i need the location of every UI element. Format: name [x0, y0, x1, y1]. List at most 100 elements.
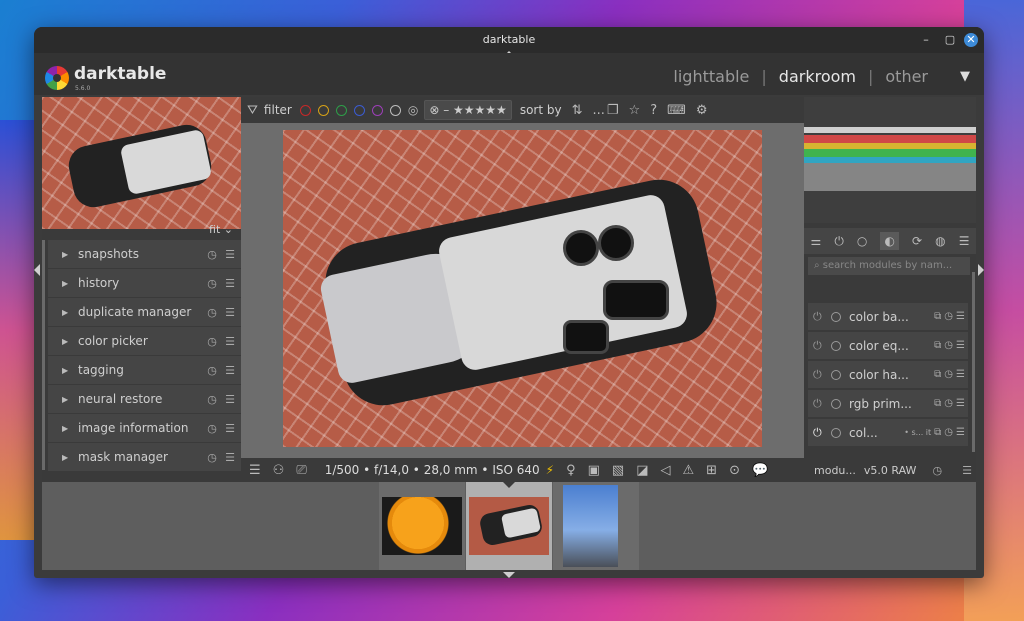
power-icon[interactable]: ⏻ [813, 426, 825, 440]
multi-instance-icon[interactable]: ⧉ [934, 398, 941, 409]
second-window-icon[interactable]: ⎚ [296, 463, 306, 478]
quick-access-icon[interactable]: ☰ [249, 463, 261, 478]
shortcuts-icon[interactable]: ⌨ [667, 103, 686, 118]
effects-group-icon[interactable]: ◍ [935, 234, 945, 248]
color-label-operator-icon[interactable]: ◎ [408, 103, 418, 117]
module-neural-restore[interactable]: ▶ neural restore ◷ ☰ [48, 385, 241, 413]
styles-icon[interactable]: ⚇ [273, 463, 285, 478]
color-label-purple[interactable] [371, 104, 383, 116]
module-rgb-primaries[interactable]: ⏻ rgb prim... ⧉ ◷ ☰ [808, 390, 968, 417]
module-color-calibration[interactable]: ⏻ col... • s... it ⧉ ◷ ☰ [808, 419, 968, 446]
help-icon[interactable]: ? [650, 103, 657, 118]
reset-icon[interactable]: ◷ [944, 311, 953, 322]
guides-icon[interactable]: ⊞ [706, 463, 717, 478]
filmstrip-thumb-flags[interactable] [553, 482, 639, 570]
presets-icon[interactable]: ☰ [956, 340, 965, 351]
color-label-blue[interactable] [353, 104, 365, 116]
groups-menu-icon[interactable]: ☰ [959, 234, 970, 248]
module-preset-label[interactable]: modu... [814, 464, 856, 477]
softproof-icon[interactable]: ◪ [636, 463, 648, 478]
reset-icon[interactable]: ◷ [205, 306, 219, 319]
quick-panel-icon[interactable]: ⚌ [811, 234, 822, 248]
collapse-left-arrow-icon[interactable] [34, 264, 40, 276]
active-modules-power-icon[interactable]: ⏻ [834, 234, 844, 249]
module-mask-manager[interactable]: ▶ mask manager ◷ ☰ [48, 443, 241, 471]
collapse-bottom-arrow-icon[interactable] [503, 572, 515, 578]
minimize-icon[interactable]: – [919, 33, 933, 47]
correct-group-icon[interactable]: ⟳ [912, 234, 922, 248]
presets-icon[interactable]: ☰ [956, 311, 965, 322]
view-lighttable[interactable]: lighttable [673, 67, 749, 86]
reset-icon[interactable]: ◷ [932, 464, 942, 477]
presets-icon[interactable]: ☰ [962, 464, 972, 477]
reset-icon[interactable]: ◷ [205, 451, 219, 464]
warning-icon[interactable]: ⚠ [683, 463, 695, 478]
module-snapshots[interactable]: ▶ snapshots ◷ ☰ [48, 240, 241, 268]
search-modules-input[interactable]: ⌕ search modules by nam... [808, 257, 970, 275]
histogram[interactable] [804, 97, 976, 223]
sort-order-icon[interactable]: ⇅ [572, 103, 583, 118]
maximize-icon[interactable]: ▢ [943, 33, 957, 47]
view-menu-down-icon[interactable]: ▼ [960, 69, 970, 84]
presets-icon[interactable]: ☰ [223, 422, 237, 435]
multi-instance-icon[interactable]: ⧉ [934, 311, 941, 322]
power-icon[interactable]: ⏻ [813, 310, 825, 324]
color-label-gray[interactable] [389, 104, 401, 116]
multi-instance-icon[interactable]: ⧉ [934, 369, 941, 380]
power-icon[interactable]: ⏻ [813, 339, 825, 353]
module-color-balance[interactable]: ⏻ color ba... ⧉ ◷ ☰ [808, 303, 968, 330]
reset-icon[interactable]: ◷ [205, 335, 219, 348]
module-image-information[interactable]: ▶ image information ◷ ☰ [48, 414, 241, 442]
close-icon[interactable]: ✕ [964, 33, 978, 47]
view-other[interactable]: other [885, 67, 928, 86]
power-icon[interactable]: ⏻ [813, 368, 825, 382]
multi-instance-icon[interactable]: ⧉ [934, 340, 941, 351]
presets-icon[interactable]: ☰ [223, 393, 237, 406]
color-label-green[interactable] [335, 104, 347, 116]
module-duplicate-manager[interactable]: ▶ duplicate manager ◷ ☰ [48, 298, 241, 326]
multi-instance-icon[interactable]: ⧉ [934, 427, 941, 438]
presets-icon[interactable]: ☰ [223, 335, 237, 348]
module-tagging[interactable]: ▶ tagging ◷ ☰ [48, 356, 241, 384]
presets-icon[interactable]: ☰ [223, 451, 237, 464]
reset-icon[interactable]: ◷ [944, 427, 953, 438]
reset-icon[interactable]: ◷ [205, 277, 219, 290]
presets-icon[interactable]: ☰ [223, 306, 237, 319]
presets-icon[interactable]: ☰ [223, 277, 237, 290]
clipping-icon[interactable]: ▧ [612, 463, 624, 478]
module-color-picker[interactable]: ▶ color picker ◷ ☰ [48, 327, 241, 355]
presets-icon[interactable]: ☰ [223, 364, 237, 377]
reset-icon[interactable]: ◷ [944, 340, 953, 351]
color-label-yellow[interactable] [317, 104, 329, 116]
module-color-harmonizer[interactable]: ⏻ color ha... ⧉ ◷ ☰ [808, 361, 968, 388]
presets-icon[interactable]: ☰ [223, 248, 237, 261]
image-canvas[interactable] [241, 123, 804, 458]
module-color-equalizer[interactable]: ⏻ color eq... ⧉ ◷ ☰ [808, 332, 968, 359]
view-darkroom[interactable]: darkroom [779, 67, 856, 86]
reset-icon[interactable]: ◷ [205, 422, 219, 435]
module-history[interactable]: ▶ history ◷ ☰ [48, 269, 241, 297]
right-scrollbar[interactable] [972, 272, 975, 452]
reset-icon[interactable]: ◷ [205, 248, 219, 261]
power-icon[interactable]: ⏻ [813, 397, 825, 411]
star-icon[interactable]: ☆ [629, 103, 641, 118]
iso12646-icon[interactable]: ♀ [566, 463, 576, 478]
preferences-gear-icon[interactable]: ⚙ [696, 103, 708, 118]
filmstrip-thumb-orange[interactable] [379, 482, 465, 570]
filmstrip-thumb-camera-bag[interactable] [466, 482, 552, 570]
presets-icon[interactable]: ☰ [956, 427, 965, 438]
grouping-icon[interactable]: ❐ [607, 103, 619, 118]
reset-icon[interactable]: ◷ [944, 398, 953, 409]
focus-peaking-icon[interactable]: ⊙ [729, 463, 740, 478]
color-group-icon[interactable]: ◐ [880, 232, 899, 250]
presets-icon[interactable]: ☰ [956, 369, 965, 380]
color-label-red[interactable] [299, 104, 311, 116]
zoom-fit-dropdown[interactable]: fit ⌄ [209, 223, 233, 236]
navigation-thumbnail[interactable] [42, 97, 241, 229]
left-scrollbar[interactable] [42, 240, 45, 470]
reset-icon[interactable]: ◷ [205, 393, 219, 406]
presets-icon[interactable]: ☰ [956, 398, 965, 409]
reset-icon[interactable]: ◷ [205, 364, 219, 377]
raw-overexposed-icon[interactable]: ▣ [588, 463, 600, 478]
rating-filter[interactable]: ⊗ – ★★★★★ [424, 100, 512, 120]
